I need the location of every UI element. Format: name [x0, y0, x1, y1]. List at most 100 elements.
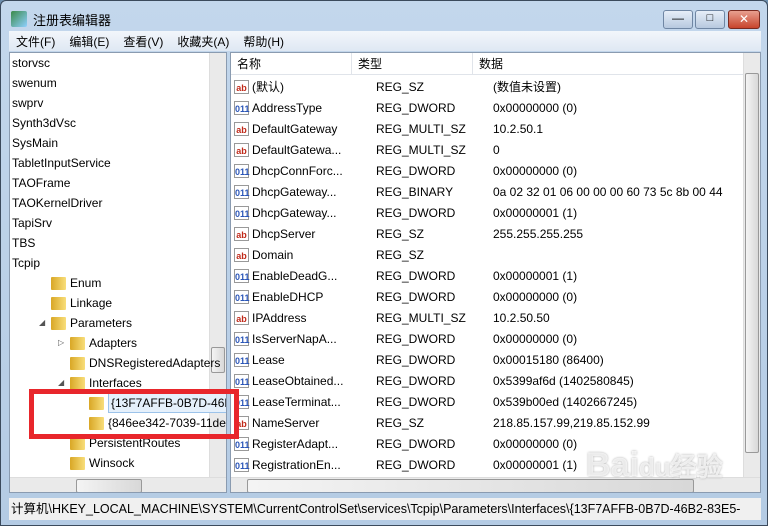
- value-row[interactable]: ab Domain REG_SZ: [234, 245, 753, 266]
- menu-help[interactable]: 帮助(H): [236, 33, 291, 50]
- tree-node[interactable]: TAOKernelDriver: [12, 193, 102, 213]
- value-row[interactable]: 011 EnableDeadG... REG_DWORD 0x00000001 (1): [234, 266, 753, 287]
- value-row[interactable]: ab IPAddress REG_MULTI_SZ 10.2.50.50: [234, 308, 753, 329]
- value-data: 0x00015180 (86400): [493, 353, 604, 367]
- value-name: RegistrationEn...: [252, 458, 341, 472]
- folder-icon: [51, 296, 66, 310]
- tree-node-label: Adapters: [89, 336, 138, 350]
- tree-node[interactable]: storvsc: [12, 53, 50, 73]
- tree-node[interactable]: SysMain: [12, 133, 58, 153]
- value-type: REG_DWORD: [376, 395, 456, 409]
- column-name-header[interactable]: 名称: [231, 53, 352, 74]
- value-row[interactable]: 011 Lease REG_DWORD 0x00015180 (86400): [234, 350, 753, 371]
- value-data: 218.85.157.99,219.85.152.99: [493, 416, 650, 430]
- value-data: 0: [493, 143, 500, 157]
- tree-horizontal-scrollbar[interactable]: [10, 477, 226, 492]
- title-bar: 注册表编辑器: [11, 9, 111, 29]
- tree-node-label: Parameters: [70, 316, 133, 330]
- binary-value-icon: 011: [234, 164, 250, 178]
- value-type: REG_DWORD: [376, 164, 456, 178]
- column-data-header[interactable]: 数据: [473, 53, 745, 74]
- menu-bar: 文件(F) 编辑(E) 查看(V) 收藏夹(A) 帮助(H): [9, 31, 761, 51]
- folder-icon: [70, 356, 85, 370]
- value-name: DhcpConnForc...: [252, 164, 343, 178]
- value-data: 0x00000001 (1): [493, 206, 578, 220]
- value-name: LeaseObtained...: [252, 374, 344, 388]
- tree-node[interactable]: Enum: [39, 273, 101, 293]
- folder-icon: [51, 276, 66, 290]
- value-row[interactable]: 011 DhcpGateway... REG_BINARY 0a 02 32 01 0…: [234, 182, 753, 203]
- tree-node[interactable]: swenum: [12, 73, 57, 93]
- value-type: REG_DWORD: [376, 458, 456, 472]
- tree-node[interactable]: Linkage: [39, 293, 112, 313]
- value-name: AddressType: [252, 101, 323, 115]
- value-row[interactable]: 011 DhcpGateway... REG_DWORD 0x00000001 (1): [234, 203, 753, 224]
- tree-node-label: swenum: [12, 76, 57, 90]
- binary-value-icon: 011: [234, 290, 250, 304]
- tree-node-label: SysMain: [12, 136, 59, 150]
- value-name: DefaultGateway: [252, 122, 338, 136]
- menu-favorites[interactable]: 收藏夹(A): [170, 33, 236, 50]
- tree-node[interactable]: Synth3dVsc: [12, 113, 76, 133]
- tree-node[interactable]: ▷ Adapters: [58, 333, 137, 353]
- tree-node-label: Enum: [70, 276, 102, 290]
- value-type: REG_MULTI_SZ: [376, 143, 466, 157]
- value-row[interactable]: 011 DhcpConnForc... REG_DWORD 0x00000000 (0…: [234, 161, 753, 182]
- value-data: 10.2.50.50: [493, 311, 550, 325]
- tree-node[interactable]: Tcpip: [12, 253, 40, 273]
- maximize-button[interactable]: □: [695, 10, 725, 29]
- tree-node[interactable]: TabletInputService: [12, 153, 111, 173]
- folder-icon: [51, 316, 66, 330]
- value-row[interactable]: 011 LeaseObtained... REG_DWORD 0x5399af6d (…: [234, 371, 753, 392]
- value-data: 255.255.255.255: [493, 227, 584, 241]
- value-name: IPAddress: [252, 311, 307, 325]
- tree-node-label: Synth3dVsc: [12, 116, 77, 130]
- value-row[interactable]: 011 IsServerNapA... REG_DWORD 0x00000000 (0…: [234, 329, 753, 350]
- value-type: REG_DWORD: [376, 437, 456, 451]
- value-row[interactable]: ab (默认) REG_SZ (数值未设置): [234, 77, 753, 98]
- value-row[interactable]: ab DefaultGateway REG_MULTI_SZ 10.2.50.1: [234, 119, 753, 140]
- tree-node[interactable]: TBS: [12, 233, 35, 253]
- tree-node[interactable]: swprv: [12, 93, 43, 113]
- value-type: REG_DWORD: [376, 374, 456, 388]
- minimize-button[interactable]: —: [663, 10, 693, 29]
- string-value-icon: ab: [234, 143, 249, 157]
- tree-node[interactable]: Winsock: [58, 453, 134, 473]
- column-type-header[interactable]: 类型: [352, 53, 473, 74]
- value-data: 10.2.50.1: [493, 122, 544, 136]
- menu-view[interactable]: 查看(V): [116, 33, 170, 50]
- string-value-icon: ab: [234, 122, 249, 136]
- value-type: REG_DWORD: [376, 101, 456, 115]
- tree-node-label: swprv: [12, 96, 44, 110]
- value-row[interactable]: ab NameServer REG_SZ 218.85.157.99,219.85.1…: [234, 413, 753, 434]
- value-row[interactable]: 011 LeaseTerminat... REG_DWORD 0x539b00ed (…: [234, 392, 753, 413]
- tree-node-label: storvsc: [12, 56, 51, 70]
- binary-value-icon: 011: [234, 332, 250, 346]
- value-name: EnableDHCP: [252, 290, 324, 304]
- value-data: 0x00000000 (0): [493, 290, 578, 304]
- tree-node[interactable]: TapiSrv: [12, 213, 52, 233]
- tree-node-label: TAOFrame: [12, 176, 71, 190]
- expand-arrow-icon[interactable]: ◢: [39, 313, 47, 333]
- tree-node[interactable]: TAOFrame: [12, 173, 70, 193]
- value-type: REG_DWORD: [376, 206, 456, 220]
- value-row[interactable]: ab DefaultGatewa... REG_MULTI_SZ 0: [234, 140, 753, 161]
- value-name: DhcpGateway...: [252, 206, 337, 220]
- menu-file[interactable]: 文件(F): [9, 33, 62, 50]
- value-name: (默认): [252, 80, 284, 94]
- value-row[interactable]: 011 EnableDHCP REG_DWORD 0x00000000 (0): [234, 287, 753, 308]
- value-data: 0x00000000 (0): [493, 101, 578, 115]
- value-row[interactable]: 011 AddressType REG_DWORD 0x00000000 (0): [234, 98, 753, 119]
- close-button[interactable]: ✕: [728, 10, 760, 29]
- tree-node[interactable]: ◢ Parameters: [39, 313, 132, 333]
- value-type: REG_DWORD: [376, 290, 456, 304]
- value-row[interactable]: ab DhcpServer REG_SZ 255.255.255.255: [234, 224, 753, 245]
- expand-arrow-icon[interactable]: ▷: [58, 333, 66, 353]
- status-bar-path: 计算机\HKEY_LOCAL_MACHINE\SYSTEM\CurrentCon…: [9, 498, 761, 520]
- value-data: 0x00000000 (0): [493, 164, 578, 178]
- value-type: REG_SZ: [376, 416, 425, 430]
- menu-edit[interactable]: 编辑(E): [62, 33, 116, 50]
- folder-icon: [70, 336, 85, 350]
- tree-node[interactable]: DNSRegisteredAdapters: [58, 353, 220, 373]
- tree-hscroll-thumb[interactable]: [76, 479, 142, 492]
